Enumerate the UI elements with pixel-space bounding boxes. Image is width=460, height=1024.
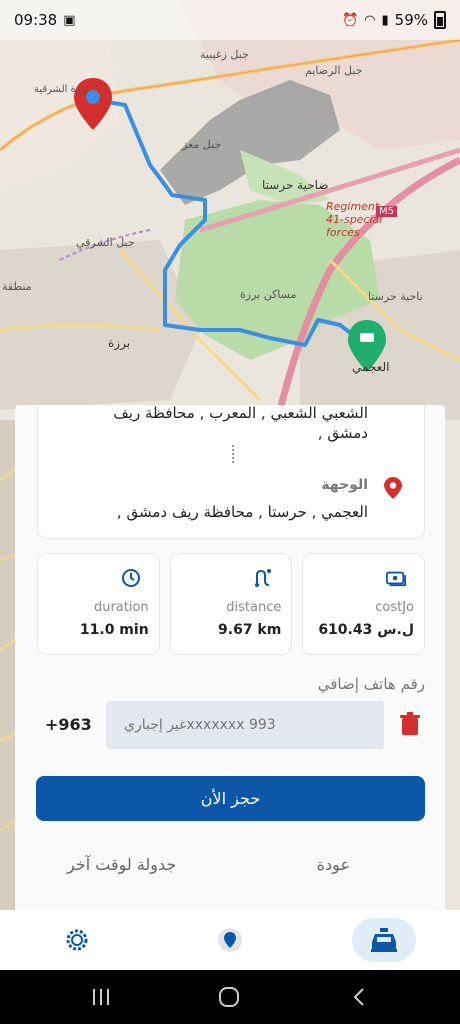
route-connector (232, 445, 234, 463)
recent-apps-button[interactable] (88, 984, 114, 1010)
nav-map[interactable] (207, 918, 253, 962)
map-label: ناحية حرستا (368, 290, 423, 303)
trip-stats: duration 11.0 min distance 9.67 km costJ… (37, 553, 426, 655)
map-label: العجمي (352, 360, 390, 374)
nav-taxi[interactable] (352, 918, 416, 962)
status-bar: 09:38 ▣ ⏰ ◠ ▮ 59% (0, 0, 460, 40)
cost-label: costJo (375, 600, 415, 615)
map-label: جبل الرضايم (305, 64, 363, 77)
duration-value: 11.0 min (79, 622, 149, 638)
book-now-button[interactable]: حجز الأن (36, 776, 425, 821)
back-button[interactable]: عودة (317, 855, 350, 874)
map-label: M5 (376, 206, 397, 217)
map-label: منطقة (2, 280, 32, 293)
map-label: جبل الشرقي (76, 236, 135, 249)
duration-card: duration 11.0 min (37, 553, 160, 655)
signal-icon: ▮ (381, 12, 389, 28)
cost-value: 610.43 ل.س (318, 622, 415, 638)
gallery-icon: ▣ (63, 12, 76, 28)
battery-percent: 59% (394, 11, 428, 29)
battery-icon (434, 11, 446, 29)
route-icon (255, 569, 272, 587)
recent-apps-icon (93, 989, 109, 1005)
trash-icon[interactable] (399, 712, 421, 736)
trip-details-sheet: الشعبي الشعبي , المعرب , محافظة ريف دمشق… (15, 404, 445, 910)
distance-label: distance (226, 600, 282, 615)
nav-settings[interactable] (54, 918, 100, 962)
distance-card: distance 9.67 km (169, 553, 293, 655)
destination-label: الوجهة (321, 477, 368, 493)
bottom-navigation (0, 910, 460, 970)
system-navigation (0, 970, 460, 1024)
map-label: ضاحية حرستا (262, 178, 329, 192)
map-label: برزة (108, 336, 131, 350)
back-arrow-icon (353, 988, 364, 1006)
clock-icon (121, 569, 140, 587)
alarm-icon: ⏰ (341, 12, 359, 28)
destination-pin-icon (384, 477, 402, 499)
route-card: الشعبي الشعبي , المعرب , محافظة ريف دمشق… (37, 404, 425, 539)
distance-value: 9.67 km (218, 622, 282, 638)
gear-icon (66, 929, 88, 951)
extra-phone-input[interactable] (106, 701, 384, 749)
map-label: مساكن برزة (240, 288, 297, 301)
schedule-later-button[interactable]: جدولة لوقت آخر (67, 855, 176, 874)
taxi-icon (371, 928, 397, 952)
back-nav-button[interactable] (346, 984, 372, 1010)
country-code: +963 (45, 715, 92, 734)
home-icon (219, 987, 239, 1007)
cash-icon (386, 571, 407, 587)
origin-address: الشعبي الشعبي , المعرب , محافظة ريف دمشق… (113, 404, 368, 442)
wifi-icon: ◠ (364, 12, 376, 28)
map-label: جبل زغيبية (200, 48, 249, 61)
home-button[interactable] (216, 984, 242, 1010)
cost-card: costJo 610.43 ل.س (302, 553, 426, 655)
status-time: 09:38 (14, 11, 58, 29)
destination-address: العجمي , حرستا , محافظة ريف دمشق , (116, 503, 368, 521)
duration-label: duration (93, 600, 149, 615)
map-label: جبل معز (182, 138, 222, 151)
map-label: برزة الشرقية (34, 84, 89, 95)
location-icon (218, 928, 242, 952)
extra-phone-label: رقم هاتف إضافي (317, 675, 425, 693)
